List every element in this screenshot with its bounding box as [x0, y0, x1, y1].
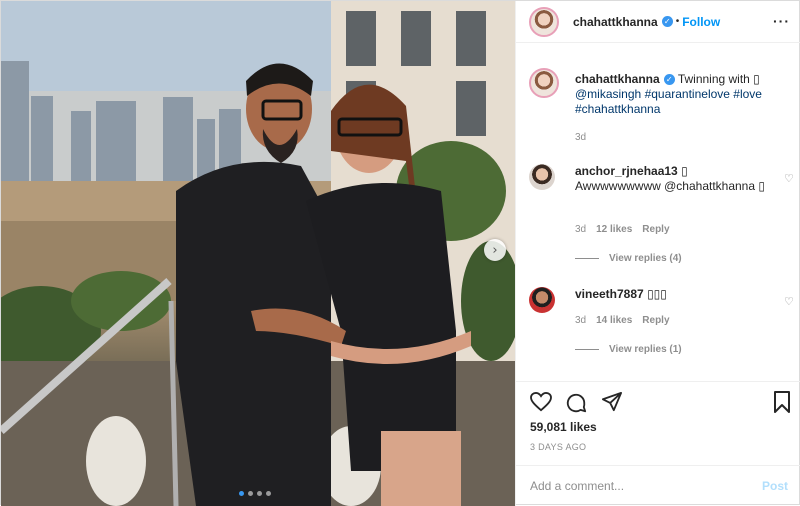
heart-icon[interactable] — [530, 392, 552, 412]
comment-reply-button[interactable]: Reply — [642, 315, 669, 326]
more-options-icon[interactable]: ··· — [773, 13, 790, 29]
post-photo[interactable]: › — [1, 1, 515, 506]
post-comment-button[interactable]: Post — [762, 479, 788, 493]
carousel-dot — [257, 491, 262, 496]
instagram-post: › chahattkhanna ✓ • Follow ··· chahattkh… — [0, 0, 800, 506]
caption-text: chahattkhanna ✓ Twinning with ▯ @mikasing… — [575, 72, 783, 117]
comment-meta: 3d 12 likes Reply — [575, 224, 670, 235]
post-date: 3 DAYS AGO — [530, 442, 587, 452]
comment-body: anchor_rjnehaa13 ▯ Awwwwwwwww @chahattkh… — [575, 164, 765, 194]
comment-author-emoji: ▯ — [681, 164, 688, 178]
view-replies-label: View replies (4) — [609, 253, 682, 264]
post-side-panel: chahattkhanna ✓ • Follow ··· chahattkhan… — [515, 1, 800, 506]
replies-divider — [575, 349, 599, 350]
verified-badge-icon: ✓ — [661, 16, 673, 27]
follow-button[interactable]: Follow — [682, 15, 720, 29]
carousel-dot — [248, 491, 253, 496]
commenter-avatar[interactable] — [529, 287, 555, 313]
view-replies-label: View replies (1) — [609, 344, 682, 355]
comment-like-heart-icon[interactable]: ♡ — [784, 172, 794, 185]
caption-author-avatar[interactable] — [529, 68, 559, 98]
next-slide-button[interactable]: › — [484, 239, 506, 261]
comment-text: Awwwwwwwww @chahattkhanna ▯ — [575, 179, 765, 193]
couple-photo-illustration — [1, 1, 515, 506]
replies-divider — [575, 258, 599, 259]
comment-author-emoji: ▯▯▯ — [647, 287, 667, 301]
comment-meta: 3d 14 likes Reply — [575, 315, 670, 326]
comments-list[interactable]: chahattkhanna ✓ Twinning with ▯ @mikasing… — [516, 44, 800, 377]
caption-time: 3d — [575, 132, 587, 143]
comment-time: 3d — [575, 224, 587, 235]
comment-author[interactable]: anchor_rjnehaa13 — [575, 164, 678, 178]
paper-plane-icon[interactable] — [601, 392, 623, 412]
action-bar — [516, 381, 800, 421]
comment-body: vineeth7887 ▯▯▯ — [575, 287, 765, 302]
bookmark-icon[interactable] — [773, 391, 791, 413]
comment-composer: Post — [516, 465, 800, 506]
comment-time: 3d — [575, 315, 587, 326]
verified-badge-icon: ✓ — [663, 74, 675, 86]
add-comment-input[interactable] — [530, 479, 762, 493]
caption-mention[interactable]: @mikasingh — [575, 87, 641, 101]
comment-author[interactable]: vineeth7887 — [575, 287, 644, 301]
commenter-avatar[interactable] — [529, 164, 555, 190]
author-username[interactable]: chahattkhanna — [573, 15, 658, 29]
post-header: chahattkhanna ✓ • Follow ··· — [516, 1, 800, 43]
carousel-dot — [239, 491, 244, 496]
view-replies-button[interactable]: View replies (1) — [575, 344, 682, 355]
carousel-indicator — [239, 491, 271, 496]
caption-body: Twinning with ▯ — [677, 72, 760, 86]
comment-likes[interactable]: 14 likes — [596, 315, 632, 326]
likes-count[interactable]: 59,081 likes — [530, 420, 597, 434]
author-avatar[interactable] — [529, 6, 559, 37]
comment-reply-button[interactable]: Reply — [642, 224, 669, 235]
chevron-right-icon: › — [492, 242, 498, 258]
header-separator: • — [675, 16, 680, 27]
comment-icon[interactable] — [565, 392, 587, 414]
caption-author[interactable]: chahattkhanna — [575, 72, 660, 86]
comment-likes[interactable]: 12 likes — [596, 224, 632, 235]
view-replies-button[interactable]: View replies (4) — [575, 253, 682, 264]
comment-like-heart-icon[interactable]: ♡ — [784, 295, 794, 308]
carousel-dot — [266, 491, 271, 496]
